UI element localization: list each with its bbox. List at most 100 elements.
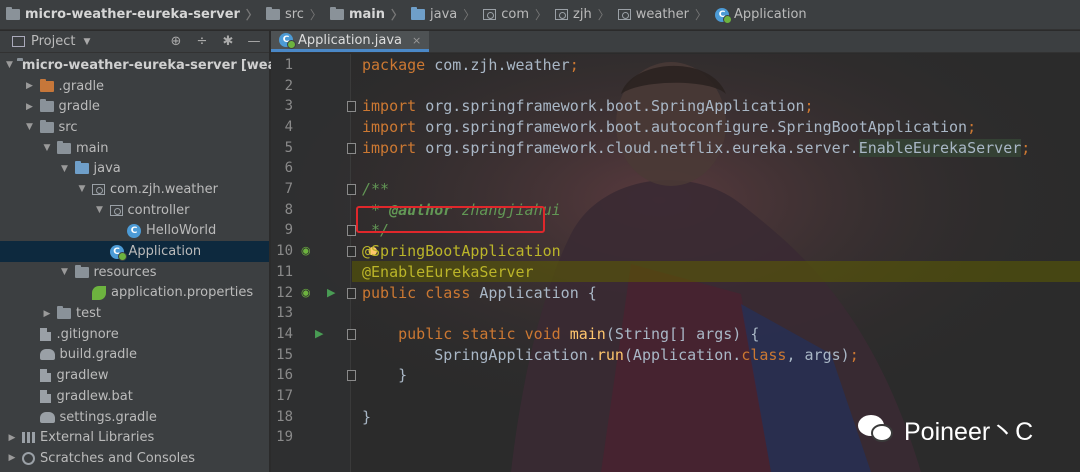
tree-item-scratches-and-consoles[interactable]: ▶ Scratches and Consoles (0, 448, 269, 469)
code-line: @SpringBootApplication (362, 242, 561, 261)
source-folder-icon (410, 7, 425, 20)
close-tab-icon[interactable]: × (412, 34, 421, 47)
breadcrumb-item-zjh[interactable]: zjh 〉 (555, 6, 618, 23)
settings-gear-icon[interactable]: ✱ (221, 34, 235, 49)
spring-bean-icon[interactable]: ◉ (301, 286, 311, 299)
fold-marker-icon[interactable] (347, 142, 356, 154)
hide-panel-icon[interactable]: — (247, 34, 261, 49)
expand-down-icon[interactable]: ▼ (24, 122, 36, 132)
expand-down-icon[interactable]: ▼ (59, 267, 71, 277)
fold-marker-icon[interactable] (347, 184, 356, 195)
tree-item-gitignore[interactable]: ▶.gitignore (0, 324, 269, 345)
tree-item-application[interactable]: ▶CApplication (0, 241, 269, 262)
tree-item-main[interactable]: ▼ main (0, 138, 269, 159)
breadcrumb-item-project[interactable]: micro-weather-eureka-server 〉 (6, 6, 266, 23)
code-line: /** (362, 180, 390, 198)
chevron-right-icon: 〉 (597, 8, 610, 22)
code-line: } (362, 407, 372, 426)
tree-item-label: build.gradle (59, 347, 138, 363)
package-icon (92, 183, 105, 195)
folder-icon (329, 7, 344, 20)
spring-class-icon: C (279, 33, 296, 49)
tree-item-gradle[interactable]: ▶ .gradle (0, 76, 269, 97)
project-view-selector[interactable]: Project (31, 34, 75, 49)
library-icon (22, 432, 35, 444)
line-number: 8 (284, 201, 293, 218)
fold-marker-icon[interactable] (347, 287, 356, 299)
tree-item-gradlew[interactable]: ▶gradlew (0, 365, 269, 386)
scratches-icon (22, 451, 35, 465)
line-number: 15 (276, 346, 293, 363)
fold-marker-icon[interactable] (347, 328, 356, 340)
code-line: public class Application { (362, 283, 597, 302)
tree-item-gradle[interactable]: ▶ gradle (0, 96, 269, 117)
tree-item-label: .gitignore (56, 326, 119, 342)
breadcrumb-item-java[interactable]: java 〉 (410, 6, 483, 23)
tree-item-resources[interactable]: ▼ resources (0, 262, 269, 283)
package-icon (555, 9, 569, 20)
tree-item-micro-weather-eureka-server[interactable]: ▼micro-weather-eureka-server[weather] (0, 55, 313, 76)
run-icon[interactable]: ▶ (327, 286, 335, 299)
run-icon[interactable]: ▶ (315, 327, 323, 340)
folder-icon (6, 7, 20, 20)
expand-right-icon[interactable]: ▶ (6, 453, 18, 463)
chevron-right-icon: 〉 (535, 8, 548, 22)
excluded-folder-icon (39, 78, 54, 92)
line-number: 3 (284, 98, 293, 115)
breadcrumb-item-application[interactable]: C Application (715, 7, 807, 24)
spring-bean-icon[interactable]: ◉ (301, 244, 311, 257)
project-tool-window: Project ▼ ⊕ ÷ ✱ — ▼ micro-weather-eureka-… (0, 31, 313, 472)
collapse-all-icon[interactable]: ÷ (195, 34, 209, 49)
code-line: * @author zhangjiahui (362, 200, 561, 219)
tree-item-external-libraries[interactable]: ▶ External Libraries (0, 427, 269, 448)
tree-item-com-zjh-weather[interactable]: ▼ com.zjh.weather (0, 179, 269, 200)
project-panel-toolbar: ⊕ ÷ ✱ — (169, 34, 261, 49)
breadcrumb-item-com[interactable]: com 〉 (483, 6, 555, 23)
tree-item-build-gradle[interactable]: ▶build.gradle (0, 345, 269, 366)
fold-marker-icon[interactable] (347, 246, 356, 258)
expand-right-icon[interactable]: ▶ (24, 81, 36, 91)
locate-file-icon[interactable]: ⊕ (169, 34, 183, 49)
tree-item-java[interactable]: ▼ java (0, 158, 269, 179)
code-editor[interactable]: 1 2 3 4 5 6 7 8 9 10 11 12 13 14 15 16 17 18 19 ◉ ◉ ▶ ▶ ● packa… (271, 54, 1080, 472)
breadcrumb-item-weather[interactable]: weather 〉 (617, 6, 715, 23)
tree-item-label: gradle (58, 99, 100, 115)
fold-marker-icon[interactable] (347, 101, 356, 113)
fold-marker-icon[interactable] (347, 370, 356, 382)
expand-down-icon[interactable]: ▼ (94, 205, 106, 215)
tree-item-test[interactable]: ▶ test (0, 303, 269, 324)
tree-item-application-properties[interactable]: ▶application.properties (0, 283, 269, 304)
chevron-down-icon[interactable]: ▼ (83, 37, 90, 47)
file-icon (39, 327, 51, 341)
fold-marker-icon[interactable] (347, 225, 356, 237)
tree-item-settings-gradle[interactable]: ▶settings.gradle (0, 407, 269, 428)
expand-right-icon[interactable]: ▶ (24, 102, 36, 112)
tree-item-label: gradlew.bat (56, 388, 133, 404)
tree-item-gradlew-bat[interactable]: ▶gradlew.bat (0, 386, 269, 407)
package-icon (483, 9, 497, 20)
expand-right-icon[interactable]: ▶ (41, 309, 53, 319)
file-icon (39, 369, 51, 383)
expand-down-icon[interactable]: ▼ (76, 184, 88, 194)
editor-tab-bar: C Application.java × (271, 31, 1080, 53)
tree-item-helloworld[interactable]: ▶CHelloWorld (0, 221, 269, 242)
line-number: 16 (276, 367, 293, 384)
chevron-right-icon: 〉 (463, 8, 476, 22)
expand-down-icon[interactable]: ▼ (59, 164, 71, 174)
expand-down-icon[interactable]: ▼ (41, 143, 53, 153)
breadcrumb-item-src[interactable]: src 〉 (265, 6, 330, 23)
tree-item-controller[interactable]: ▼ controller (0, 200, 269, 221)
expand-down-icon[interactable]: ▼ (6, 60, 13, 70)
class-icon: C (127, 223, 141, 238)
breadcrumb-item-main[interactable]: main 〉 (329, 6, 411, 23)
line-number: 14 (276, 325, 293, 342)
source-folder-icon (74, 161, 89, 175)
tab-application-java[interactable]: C Application.java × (271, 31, 430, 52)
expand-right-icon[interactable]: ▶ (6, 433, 18, 443)
line-number: 19 (276, 429, 293, 446)
tree-item-src[interactable]: ▼ src (0, 117, 269, 138)
tree-item-label: .gradle (58, 78, 105, 94)
line-number: 10 (276, 243, 293, 260)
tree-item-label: test (76, 306, 101, 322)
line-number: 2 (284, 77, 293, 94)
